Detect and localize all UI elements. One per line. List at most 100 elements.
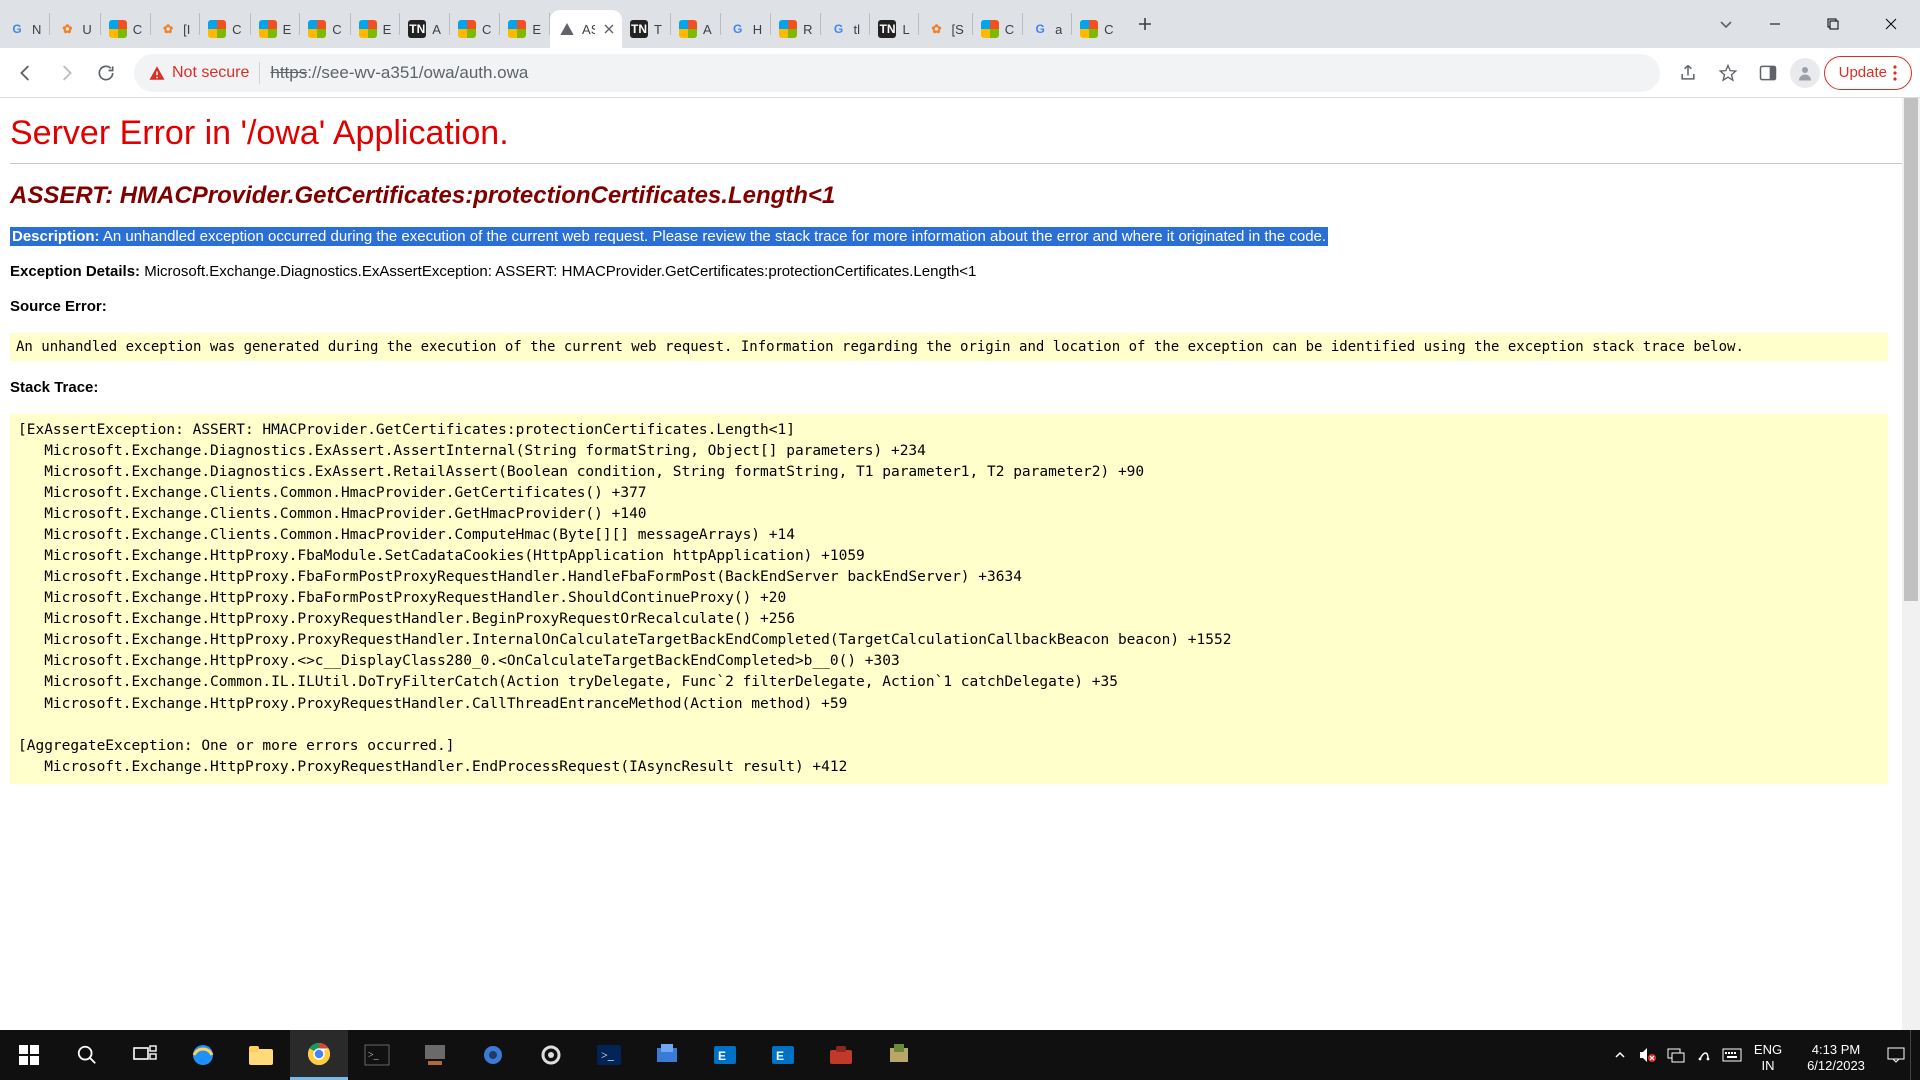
ms-favicon-icon — [109, 20, 127, 38]
titlebar-right — [1706, 0, 1920, 48]
browser-tab[interactable]: R — [771, 10, 820, 48]
browser-tab[interactable]: Ga — [1023, 10, 1071, 48]
exception-label: Exception Details: — [10, 263, 140, 280]
taskbar-app-generic-2[interactable] — [870, 1030, 928, 1080]
window-close-button[interactable] — [1862, 0, 1920, 48]
profile-button[interactable] — [1790, 58, 1820, 88]
browser-tab[interactable]: E — [251, 10, 300, 48]
tab-search-button[interactable] — [1706, 4, 1746, 44]
browser-tab[interactable]: C — [101, 10, 150, 48]
browser-tab[interactable]: C — [1072, 10, 1121, 48]
taskbar-app-gear[interactable] — [522, 1030, 580, 1080]
side-panel-button[interactable] — [1750, 55, 1786, 91]
source-error-box: An unhandled exception was generated dur… — [10, 333, 1888, 361]
browser-tab[interactable]: C — [973, 10, 1022, 48]
taskbar-chrome[interactable] — [290, 1030, 348, 1080]
start-button[interactable] — [0, 1030, 58, 1080]
reload-button[interactable] — [88, 55, 124, 91]
stack-trace-box: [ExAssertException: ASSERT: HMACProvider… — [10, 414, 1888, 783]
browser-tab[interactable]: ✿[I — [151, 10, 199, 48]
taskbar-exchange-1[interactable]: E — [696, 1030, 754, 1080]
taskbar-exchange-2[interactable]: E — [754, 1030, 812, 1080]
g-favicon-icon: G — [1031, 20, 1049, 38]
ms-favicon-icon — [508, 20, 526, 38]
back-button[interactable] — [8, 55, 44, 91]
description-label: Description: — [12, 228, 100, 245]
action-center-button[interactable] — [1882, 1030, 1910, 1080]
tab-title: C — [332, 22, 341, 37]
title-divider — [10, 163, 1910, 164]
search-button[interactable] — [58, 1030, 116, 1080]
ms-favicon-icon — [458, 20, 476, 38]
tray-overflow-button[interactable] — [1606, 1030, 1634, 1080]
browser-tab[interactable]: GH — [721, 10, 770, 48]
browser-tab[interactable]: C — [450, 10, 499, 48]
error-page: Server Error in '/owa' Application. ASSE… — [0, 98, 1920, 784]
tray-network-icon[interactable] — [1662, 1030, 1690, 1080]
taskbar-cmd[interactable]: >_ — [348, 1030, 406, 1080]
tab-title: C — [1005, 22, 1014, 37]
clock[interactable]: 4:13 PM 6/12/2023 — [1790, 1036, 1882, 1074]
ms-favicon-icon — [679, 20, 697, 38]
browser-tab[interactable]: Gtl — [821, 10, 869, 48]
ms-favicon-icon — [208, 20, 226, 38]
browser-tab[interactable]: ✿U — [50, 10, 99, 48]
taskbar-powershell[interactable]: >_ — [580, 1030, 638, 1080]
window-maximize-button[interactable] — [1804, 0, 1862, 48]
new-tab-button[interactable] — [1128, 7, 1162, 41]
share-button[interactable] — [1670, 55, 1706, 91]
taskbar-app-generic-1[interactable] — [638, 1030, 696, 1080]
browser-tab[interactable]: ✿ [S — [919, 10, 971, 48]
sf-favicon-icon: ✿ — [927, 20, 945, 38]
tab-title: H — [753, 22, 762, 37]
taskbar-server-manager[interactable] — [406, 1030, 464, 1080]
language-indicator[interactable]: ENG IN — [1746, 1036, 1790, 1074]
forward-button[interactable] — [48, 55, 84, 91]
kebab-icon — [1893, 65, 1897, 81]
address-bar[interactable]: Not secure https://see-wv-a351/owa/auth.… — [134, 54, 1660, 92]
taskbar-toolbox[interactable] — [812, 1030, 870, 1080]
browser-tab[interactable]: C — [200, 10, 249, 48]
vertical-scrollbar[interactable] — [1902, 98, 1920, 1030]
system-tray: ENG IN 4:13 PM 6/12/2023 — [1606, 1030, 1920, 1080]
tray-keyboard-icon[interactable] — [1718, 1030, 1746, 1080]
tab-title: C — [482, 22, 491, 37]
task-view-button[interactable] — [116, 1030, 174, 1080]
tray-app-icon[interactable] — [1690, 1030, 1718, 1080]
taskbar-services[interactable] — [464, 1030, 522, 1080]
browser-tab[interactable]: AS — [550, 10, 622, 48]
browser-tab[interactable]: GN — [0, 10, 49, 48]
taskbar-explorer[interactable] — [232, 1030, 290, 1080]
scrollbar-thumb[interactable] — [1904, 98, 1918, 601]
browser-tab[interactable]: TNA — [400, 10, 449, 48]
update-button[interactable]: Update — [1824, 56, 1912, 90]
taskbar-ie[interactable] — [174, 1030, 232, 1080]
browser-tab[interactable]: E — [500, 10, 549, 48]
browser-tab[interactable]: TNL — [870, 10, 918, 48]
browser-tab[interactable]: A — [671, 10, 720, 48]
browser-tab[interactable]: E — [351, 10, 400, 48]
browser-tab[interactable]: TNT — [622, 10, 670, 48]
omnibox-separator — [259, 62, 260, 84]
show-desktop-button[interactable] — [1910, 1030, 1918, 1080]
ms-favicon-icon — [1080, 20, 1098, 38]
svg-text:>_: >_ — [601, 1048, 615, 1062]
tab-title: [S — [951, 22, 963, 37]
tab-close-button[interactable] — [603, 22, 614, 36]
bookmark-button[interactable] — [1710, 55, 1746, 91]
not-secure-indicator[interactable]: Not secure — [148, 64, 249, 82]
window-minimize-button[interactable] — [1746, 0, 1804, 48]
stack-trace-label: Stack Trace: — [10, 379, 1910, 396]
exception-line: Exception Details: Microsoft.Exchange.Di… — [10, 263, 1910, 280]
tab-title: L — [902, 22, 909, 37]
browser-tab[interactable]: C — [300, 10, 349, 48]
tn-favicon-icon: TN — [630, 20, 648, 38]
tab-title: E — [383, 22, 392, 37]
exception-text: Microsoft.Exchange.Diagnostics.ExAssertE… — [144, 263, 976, 280]
tab-title: E — [283, 22, 292, 37]
ms-favicon-icon — [981, 20, 999, 38]
svg-text:E: E — [718, 1049, 726, 1063]
browser-tabs: GN✿UC✿[ICECETNACEASTNTAGHRGtlTNL✿[SCGaC — [0, 0, 1122, 48]
tray-volume-icon[interactable] — [1634, 1030, 1662, 1080]
svg-text:>_: >_ — [368, 1050, 380, 1061]
